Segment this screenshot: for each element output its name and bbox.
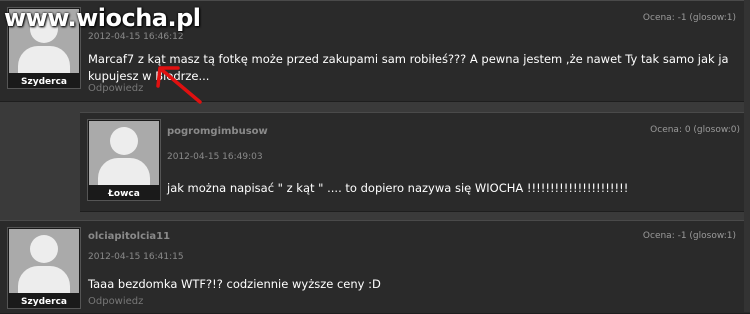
user-rank: Łowca (108, 189, 140, 199)
comment-author[interactable]: olciapitolcia11 (88, 231, 170, 242)
user-rank: Szyderca (21, 77, 67, 87)
user-rank: Szyderca (21, 297, 67, 307)
avatar[interactable]: Łowca (87, 119, 161, 201)
default-user-icon (9, 229, 79, 293)
comment-date: 2012-04-15 16:46:12 (88, 32, 184, 42)
comment-rating: Ocena: -1 (glosow:1) (642, 231, 736, 241)
comment-rating: Ocena: -1 (glosow:1) (642, 13, 736, 23)
site-watermark: www.wiocha.pl (4, 4, 201, 32)
annotation-arrow-icon (156, 66, 202, 104)
avatar[interactable]: Szyderca (7, 227, 81, 309)
comment-text: jak można napisać " z kąt " .... to dopi… (167, 181, 629, 195)
comment-date: 2012-04-15 16:41:15 (88, 252, 184, 262)
scrollbar[interactable] (744, 0, 750, 312)
reply-link[interactable]: Odpowiedz (88, 83, 143, 94)
comment-reply: Łowca pogromgimbusow 2012-04-15 16:49:03… (80, 112, 750, 212)
default-user-icon (89, 121, 159, 185)
comment: Szyderca olciapitolcia11 2012-04-15 16:4… (0, 220, 750, 314)
reply-link[interactable]: Odpowiedz (88, 296, 143, 307)
comment-rating: Ocena: 0 (glosow:0) (650, 125, 740, 135)
comment-date: 2012-04-15 16:49:03 (167, 152, 263, 162)
comment-author[interactable]: pogromgimbusow (167, 126, 268, 137)
comment-text: Taaa bezdomka WTF?!? codziennie wyższe c… (88, 277, 381, 291)
